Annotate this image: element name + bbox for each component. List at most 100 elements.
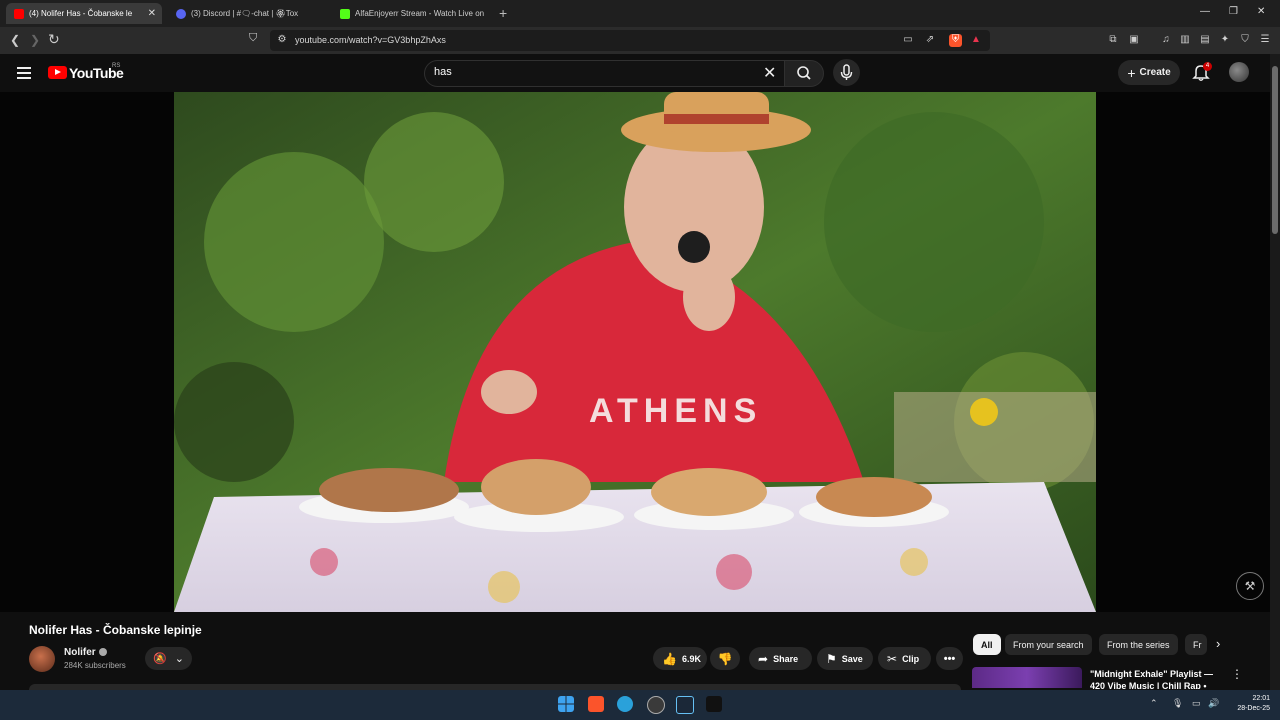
obs-taskbar-icon[interactable]	[706, 696, 722, 712]
tab-youtube[interactable]: (4) Nolifer Has - Čobanske le ✕	[6, 3, 162, 24]
suggestion-more-icon[interactable]: ⋮	[1231, 667, 1243, 681]
tray-mic-icon[interactable]: 🎙	[1172, 698, 1183, 709]
bookmark-icon[interactable]: ⛉	[249, 32, 257, 45]
scrollbar-thumb[interactable]	[1272, 66, 1278, 234]
search-input-value[interactable]: has	[434, 66, 452, 78]
brave-browser-taskbar-icon[interactable]	[588, 696, 604, 712]
restore-icon[interactable]: ❐	[1229, 6, 1238, 17]
microphone-in-video	[678, 231, 710, 263]
url-text[interactable]: youtube.com/watch?v=GV3bhpZhAxs	[295, 35, 446, 45]
discord-favicon-icon	[176, 8, 186, 19]
tab-discord[interactable]: (3) Discord | #🗨-chat | 🏵Tox	[168, 3, 318, 24]
tab-label: (3) Discord | #🗨-chat | 🏵Tox	[191, 9, 299, 18]
suggested-video-thumbnail[interactable]	[972, 667, 1082, 688]
brave-shields-icon[interactable]: ⛨	[949, 34, 962, 47]
screenshot-icon[interactable]: ▣	[1128, 34, 1140, 46]
extensions-icon[interactable]: ⧉	[1107, 34, 1119, 46]
tray-volume-icon[interactable]: 🔊	[1208, 698, 1219, 709]
tray-chevron-icon[interactable]: ⌃	[1150, 698, 1158, 709]
clear-search-icon[interactable]: ✕	[763, 63, 776, 83]
site-info-icon[interactable]: ⚙	[276, 34, 288, 46]
close-window-icon[interactable]: ✕	[1257, 6, 1265, 17]
clip-label: Clip	[902, 653, 920, 664]
search-button[interactable]	[784, 60, 824, 87]
youtube-logo-icon[interactable]	[48, 66, 67, 79]
new-tab-button[interactable]: +	[499, 5, 507, 21]
media-icon[interactable]: ♫	[1160, 34, 1172, 46]
voice-search-button[interactable]	[833, 59, 860, 86]
suggested-video-title[interactable]: "Midnight Exhale" Playlist — 420 Vibe Mu…	[1090, 668, 1225, 689]
microphone-icon	[840, 64, 853, 80]
scissors-icon: ✂	[887, 651, 898, 666]
chip-all[interactable]: All	[973, 634, 1001, 655]
channel-avatar[interactable]	[29, 646, 55, 672]
bookmark-save-icon: ⚑	[826, 651, 837, 666]
like-button[interactable]: 👍 6.9K	[653, 647, 707, 670]
back-icon[interactable]: ❮	[10, 33, 20, 47]
guide-menu-icon[interactable]	[17, 67, 31, 82]
share-page-icon[interactable]: ⇗	[924, 34, 936, 46]
player-overlay-icon[interactable]: ⚒	[1236, 572, 1264, 600]
forward-icon[interactable]: ❯	[30, 33, 40, 47]
sidebar-icon[interactable]: ▥	[1179, 34, 1191, 46]
more-actions-button[interactable]: •••	[936, 647, 963, 670]
save-button[interactable]: ⚑ Save	[817, 647, 873, 670]
chip-partial[interactable]: Fr	[1185, 634, 1207, 655]
dislike-button[interactable]: 👎	[710, 647, 740, 670]
notification-count-badge: 4	[1203, 62, 1212, 71]
bread-1	[319, 468, 459, 512]
youtube-favicon-icon	[14, 8, 24, 19]
taskbar-clock[interactable]: 22:01 28-Dec-25	[1220, 694, 1270, 714]
brave-rewards-icon[interactable]: ▲	[970, 34, 982, 46]
account-avatar[interactable]	[1229, 62, 1249, 82]
bread-3	[651, 468, 767, 516]
share-label: Share	[773, 653, 799, 664]
search-input[interactable]	[424, 60, 786, 87]
kick-favicon-icon	[340, 8, 350, 19]
minimize-icon[interactable]: —	[1200, 6, 1210, 17]
bell-off-icon: 🔕	[153, 653, 167, 665]
verified-icon	[98, 648, 107, 657]
steam-taskbar-icon[interactable]	[676, 696, 694, 714]
shirt-print: ATHENS	[589, 392, 762, 430]
bread-2	[481, 459, 591, 515]
thumbs-down-icon: 👎	[717, 651, 733, 666]
app-taskbar-icon[interactable]	[647, 696, 665, 714]
save-label: Save	[841, 653, 863, 664]
wallet-icon[interactable]: ▤	[1199, 34, 1211, 46]
chevron-down-icon: ⌄	[174, 653, 184, 665]
chip-from-the-series[interactable]: From the series	[1099, 634, 1178, 655]
create-label: Create	[1139, 67, 1171, 78]
menu-icon[interactable]: ☰	[1259, 34, 1271, 46]
windows-taskbar	[0, 690, 1280, 720]
channel-name[interactable]: Nolifer	[64, 647, 107, 658]
region-code: RS	[112, 63, 121, 69]
video-title: Nolifer Has - Čobanske lepinje	[29, 623, 202, 637]
tab-kick[interactable]: AlfaEnjoyerr Stream - Watch Live on	[332, 3, 492, 24]
share-arrow-icon: ➦	[758, 651, 769, 666]
vpn-icon[interactable]: ⛉	[1239, 34, 1251, 46]
thumbs-up-icon: 👍	[662, 651, 677, 666]
clip-button[interactable]: ✂ Clip	[878, 647, 931, 670]
clock-date: 28-Dec-25	[1237, 705, 1270, 712]
bread-4	[816, 477, 932, 517]
video-frame[interactable]: ATHENS	[174, 92, 1096, 612]
create-button[interactable]: + Create	[1118, 60, 1180, 85]
tab-close-icon[interactable]: ✕	[148, 8, 156, 19]
share-button[interactable]: ➦ Share	[749, 647, 812, 670]
search-icon	[797, 66, 811, 80]
plus-icon: +	[1127, 64, 1136, 81]
clock-time: 22:01	[1252, 695, 1270, 702]
chevron-right-icon[interactable]: ›	[1216, 636, 1220, 651]
leo-ai-icon[interactable]: ✦	[1219, 34, 1231, 46]
reload-icon[interactable]: ↻	[48, 31, 60, 48]
windows-start-icon[interactable]	[558, 696, 574, 712]
like-count: 6.9K	[681, 653, 701, 664]
telegram-taskbar-icon[interactable]	[617, 696, 633, 712]
tray-network-icon[interactable]: ▭	[1192, 698, 1201, 709]
chip-from-your-search[interactable]: From your search	[1005, 634, 1092, 655]
subscription-notifications-button[interactable]: 🔕 ⌄	[145, 647, 192, 670]
cast-icon[interactable]: ▭	[902, 34, 914, 46]
more-horizontal-icon: •••	[943, 652, 956, 665]
tab-label: (4) Nolifer Has - Čobanske le	[29, 9, 133, 18]
